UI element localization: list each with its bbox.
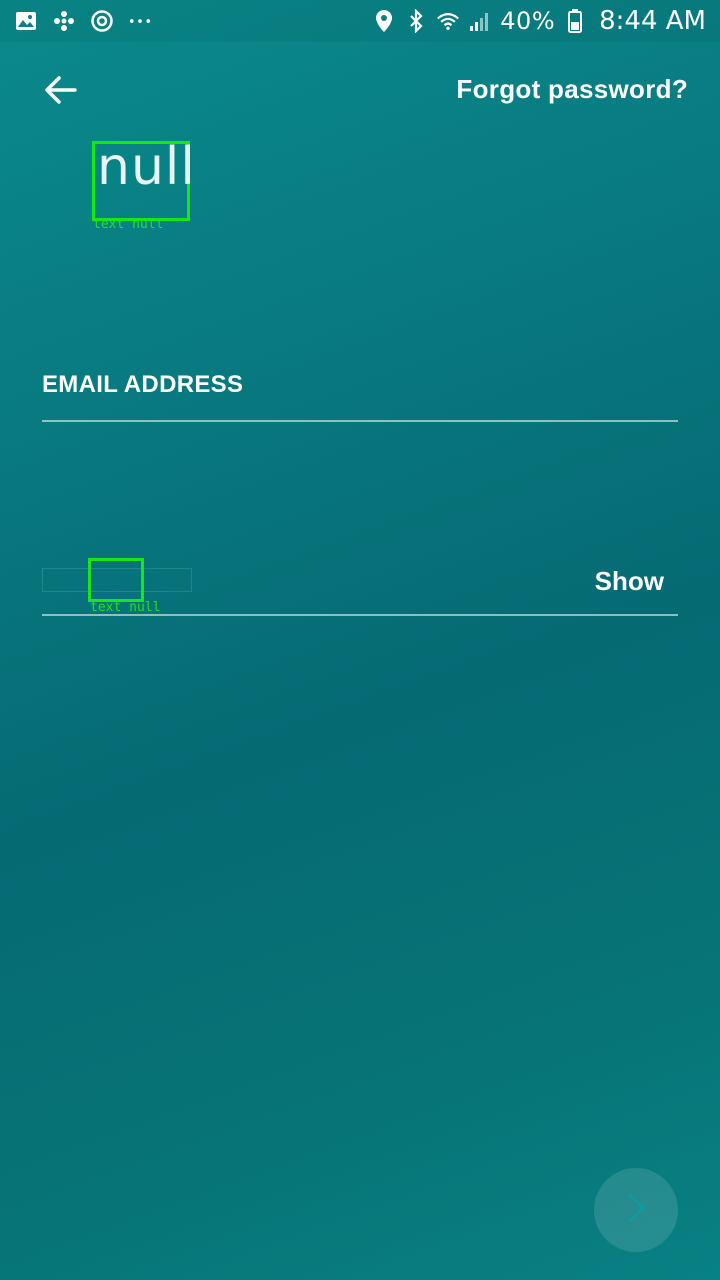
forgot-password-link[interactable]: Forgot password? xyxy=(456,74,688,105)
chevron-right-icon xyxy=(624,1191,648,1230)
password-debug-box xyxy=(88,558,144,602)
logo-debug-label: text null xyxy=(93,217,164,232)
logo-text: null xyxy=(92,141,195,221)
battery-icon xyxy=(563,9,587,33)
status-bar: 40% 8:44 AM xyxy=(0,0,720,42)
next-button[interactable] xyxy=(594,1168,678,1252)
arrow-left-icon xyxy=(43,75,77,110)
gallery-icon xyxy=(14,9,38,33)
location-icon xyxy=(372,9,396,33)
pinwheel-icon xyxy=(52,9,76,33)
status-bar-notifications xyxy=(14,9,152,33)
back-button[interactable] xyxy=(36,68,84,116)
sync-icon xyxy=(90,9,114,33)
signal-icon xyxy=(468,9,492,33)
show-password-button[interactable]: Show xyxy=(595,566,664,597)
password-debug-label: text null xyxy=(90,600,161,615)
wifi-icon xyxy=(436,9,460,33)
email-field[interactable] xyxy=(42,360,678,422)
clock: 8:44 AM xyxy=(599,6,706,36)
battery-percent: 40% xyxy=(500,7,556,35)
status-bar-system: 40% 8:44 AM xyxy=(372,6,706,36)
more-dots-icon xyxy=(128,9,152,33)
bluetooth-icon xyxy=(404,9,428,33)
